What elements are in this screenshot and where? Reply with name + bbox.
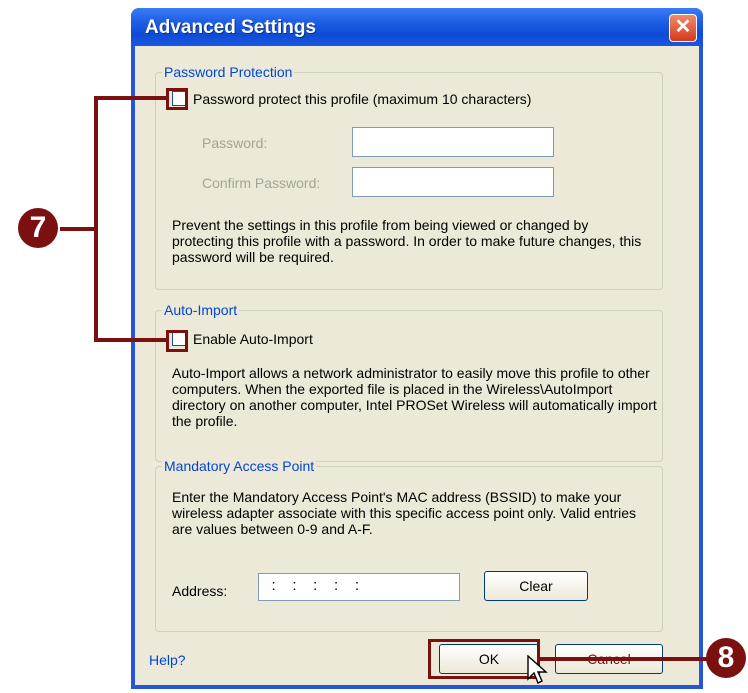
confirm-password-input[interactable] — [352, 167, 554, 197]
confirm-password-label: Confirm Password: — [202, 175, 321, 191]
highlight-auto-import-checkbox — [166, 330, 188, 352]
password-input[interactable] — [352, 127, 554, 157]
mandatory-ap-description: Enter the Mandatory Access Point's MAC a… — [172, 489, 637, 537]
highlight-ok-button — [428, 639, 540, 679]
password-protection-group: Password Protection Password protect thi… — [155, 64, 663, 290]
close-icon: ✕ — [674, 16, 692, 38]
close-button[interactable]: ✕ — [669, 14, 697, 42]
highlight-password-checkbox — [166, 88, 188, 110]
callout-7-badge: 7 — [18, 208, 58, 248]
address-label: Address: — [172, 583, 228, 599]
callout-7-vertical-line — [94, 96, 98, 342]
mac-address-input[interactable]: : : : : : — [258, 573, 460, 601]
callout-8-line — [540, 657, 708, 661]
window-title: Advanced Settings — [145, 17, 317, 38]
title-bar: Advanced Settings ✕ — [131, 8, 703, 46]
password-protect-checkbox-row[interactable]: Password protect this profile (maximum 1… — [172, 91, 531, 107]
callout-7-stem-line — [60, 227, 96, 231]
help-link[interactable]: Help? — [149, 652, 186, 668]
password-protect-label: Password protect this profile (maximum 1… — [193, 91, 532, 107]
mouse-cursor-icon — [527, 655, 548, 684]
auto-import-group: Auto-Import Enable Auto-Import Auto-Impo… — [155, 302, 663, 462]
auto-import-title: Auto-Import — [162, 302, 240, 318]
auto-import-description: Auto-Import allows a network administrat… — [172, 365, 657, 429]
password-label: Password: — [202, 135, 268, 151]
auto-import-checkbox-row[interactable]: Enable Auto-Import — [172, 331, 313, 347]
dialog-client: Password Protection Password protect thi… — [135, 46, 699, 685]
advanced-settings-dialog: Advanced Settings ✕ Password Protection … — [131, 8, 703, 689]
callout-7-top-line — [94, 96, 166, 100]
password-protection-title: Password Protection — [162, 64, 295, 80]
callout-8-badge: 8 — [706, 638, 746, 678]
auto-import-label: Enable Auto-Import — [193, 331, 313, 347]
mandatory-ap-group: Mandatory Access Point Enter the Mandato… — [155, 458, 663, 632]
mandatory-ap-title: Mandatory Access Point — [162, 458, 317, 474]
callout-7-bottom-line — [94, 338, 166, 342]
password-description: Prevent the settings in this profile fro… — [172, 217, 642, 265]
clear-button[interactable]: Clear — [484, 571, 588, 601]
